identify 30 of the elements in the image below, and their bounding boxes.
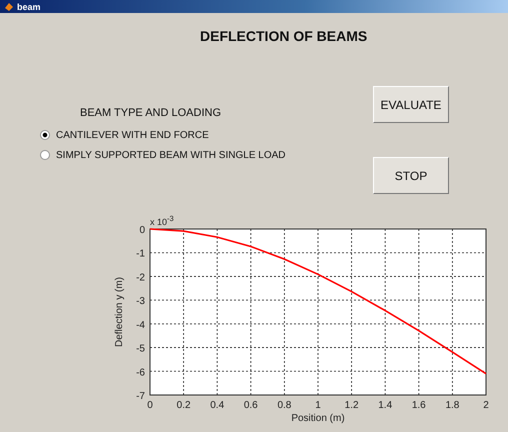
x-tick-label: 0.8 — [277, 400, 292, 411]
x-tick-label: 1.6 — [412, 400, 426, 411]
x-tick-label: 1.2 — [344, 400, 359, 411]
y-tick-label: -5 — [136, 344, 145, 355]
x-tick-label: 0.4 — [210, 400, 224, 411]
app-icon — [4, 2, 14, 12]
x-tick-label: 1.4 — [378, 400, 392, 411]
action-button[interactable]: EVALUATE — [373, 86, 449, 123]
x-tick-label: 0.2 — [176, 400, 191, 411]
y-tick-label: -3 — [136, 296, 145, 308]
action-button[interactable]: STOP — [373, 157, 449, 194]
y-tick-label: -6 — [136, 367, 145, 378]
x-tick-label: 0.6 — [244, 400, 258, 411]
y-tick-label: 0 — [139, 225, 145, 236]
radio-option[interactable]: CANTILEVER WITH END FORCE — [40, 125, 373, 145]
radio-option[interactable]: SIMPLY SUPPORTED BEAM WITH SINGLE LOAD — [40, 145, 373, 165]
y-tick-label: -7 — [136, 391, 145, 402]
group-label: BEAM TYPE AND LOADING — [80, 107, 222, 119]
y-axis-label: Deflection y (m) — [114, 277, 125, 347]
x-axis-label: Position (m) — [291, 413, 345, 424]
y-tick-label: -4 — [136, 320, 145, 331]
x-tick-label: 1.8 — [445, 400, 460, 411]
axis-multiplier: x 10$^{-3}$ — [150, 217, 174, 227]
x-tick-label: 1 — [315, 400, 321, 411]
y-tick-label: -2 — [136, 272, 145, 284]
x-tick-label: 0 — [147, 400, 153, 411]
heading: DEFLECTION OF BEAMS — [199, 28, 368, 44]
x-tick-label: 2 — [483, 400, 489, 411]
window-title: beam — [17, 2, 41, 12]
y-tick-label: -1 — [136, 248, 145, 260]
